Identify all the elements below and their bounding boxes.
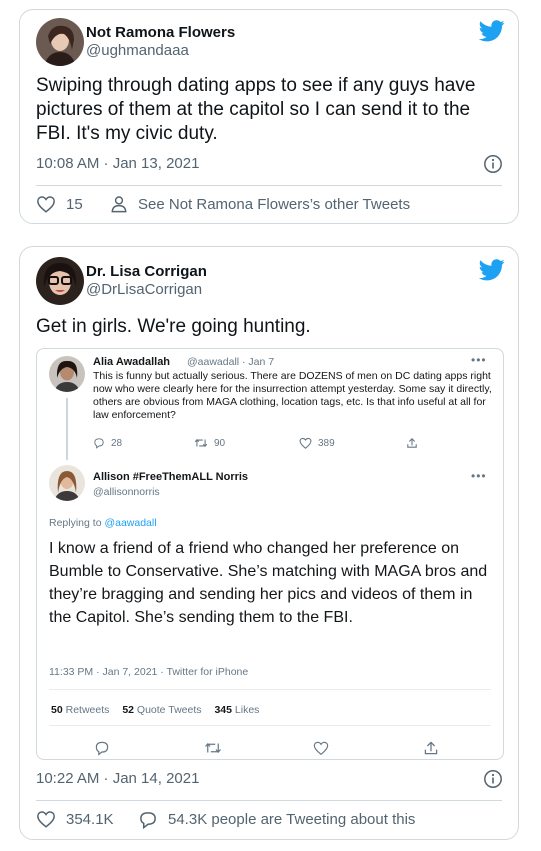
author-handle[interactable]: @DrLisaCorrigan [86,281,202,298]
other-tweets-link[interactable]: See Not Ramona Flowers’s other Tweets [110,195,410,213]
author-name[interactable]: Not Ramona Flowers [86,24,235,41]
embedded-main-text: I know a friend of a friend who changed … [49,540,488,626]
retweets-stat: 50 Retweets [51,704,110,716]
heart-icon [37,196,55,213]
info-icon[interactable] [483,769,503,789]
tweet-text: Get in girls. We're going hunting. [36,316,311,337]
other-tweets-label: See Not Ramona Flowers’s other Tweets [138,195,411,213]
reply-icon [94,438,104,449]
tweet-card-1: Not Ramona Flowers @ughmandaaa Swiping t… [19,9,519,224]
divider [49,725,491,726]
embedded-screenshot[interactable]: Alia Awadallah @aawadall · Jan 7 ••• Thi… [36,348,504,760]
like-count: 354.1K [66,810,114,828]
tweet-timestamp[interactable]: 10:22 AM · Jan 14, 2021 [36,770,199,787]
embedded-retweet-count: 90 [194,437,225,449]
tweet-card-2: Dr. Lisa Corrigan @DrLisaCorrigan Get in… [19,246,519,840]
tweeting-about-link[interactable]: 54.3K people are Tweeting about this [138,810,415,829]
embedded-tweet-text: This is funny but actually serious. Ther… [93,370,492,421]
embedded-author-name: Allison #FreeThemALL Norris [93,471,249,483]
more-icon: ••• [471,353,487,367]
twitter-bird-icon[interactable] [479,20,505,42]
divider [36,800,502,801]
replying-handle: @aawadall [104,517,157,529]
quotes-stat: 52 Quote Tweets [122,704,202,716]
heart-icon [313,741,329,756]
author-handle[interactable]: @ughmandaaa [86,42,189,59]
retweet-icon [194,438,208,448]
likes-stat: 345 Likes [214,704,260,716]
heart-icon [37,811,55,828]
info-icon[interactable] [483,154,503,174]
embedded-like-count: 389 [299,437,335,449]
embedded-avatar [49,465,85,501]
embedded-author-name: Alia Awadallah [93,356,171,368]
speech-bubble-icon [140,812,156,829]
author-name[interactable]: Dr. Lisa Corrigan [86,263,207,280]
thread-line [66,398,68,460]
like-count: 15 [66,195,83,213]
like-count: 389 [318,437,335,449]
embedded-reply-count: 28 [93,437,122,449]
like-action[interactable]: 15 [36,195,83,213]
embedded-avatar [49,356,85,392]
heart-icon [299,437,312,449]
tweeting-about-label: 54.3K people are Tweeting about this [168,811,416,828]
retweet-count: 90 [214,437,226,449]
share-icon [424,741,438,755]
embedded-stats: 50 Retweets 52 Quote Tweets 345 Likes [51,704,269,716]
reply-count: 28 [111,437,123,449]
avatar[interactable] [36,18,84,66]
like-action[interactable]: 354.1K [36,810,114,828]
avatar[interactable] [36,257,84,305]
embedded-handle-date: @aawadall · Jan 7 [187,356,275,368]
divider [49,689,491,690]
more-icon: ••• [471,469,487,483]
tweet-timestamp[interactable]: 10:08 AM · Jan 13, 2021 [36,155,199,172]
embedded-handle: @allisonnorris [93,486,160,498]
twitter-bird-icon[interactable] [479,259,505,281]
tweet-text: Swiping through dating apps to see if an… [36,75,476,144]
reply-icon [95,741,109,756]
embedded-timestamp: 11:33 PM · Jan 7, 2021 · Twitter for iPh… [49,666,249,678]
retweet-icon [205,742,221,754]
divider [36,185,502,186]
share-icon [407,438,417,448]
replying-to: Replying to @aawadall [49,517,157,529]
person-icon [111,196,127,213]
replying-label: Replying to [49,517,102,529]
